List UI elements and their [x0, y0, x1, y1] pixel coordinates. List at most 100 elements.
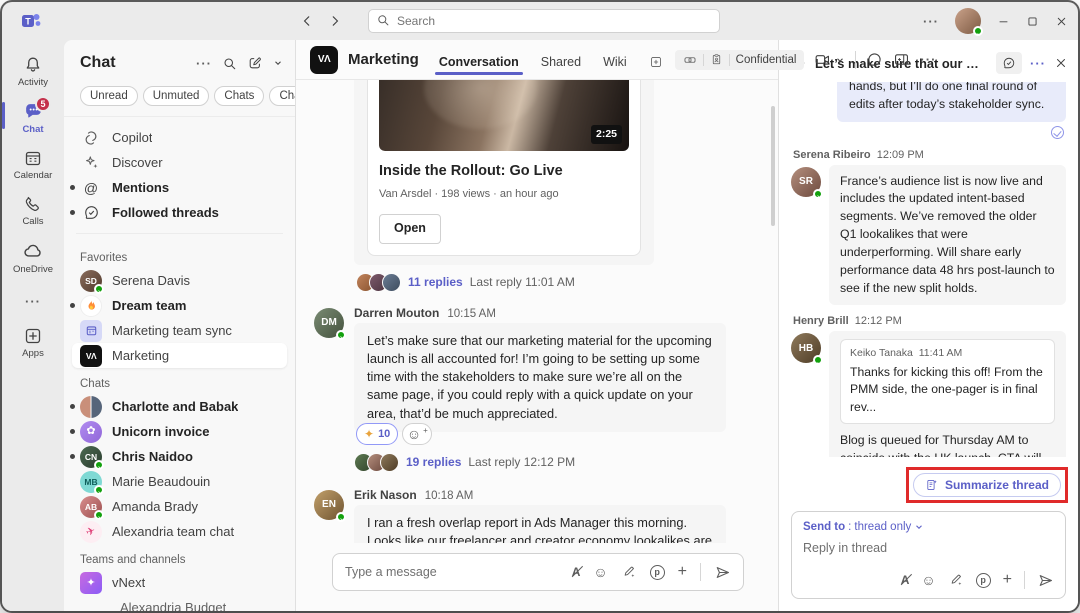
format-icon[interactable]: A — [572, 565, 581, 579]
global-search[interactable] — [368, 9, 720, 33]
titlebar-more-icon[interactable]: ··· — [923, 14, 939, 29]
maximize-button[interactable] — [1026, 15, 1039, 28]
add-reaction-button[interactable]: ☺+ — [402, 423, 432, 445]
sidebar-item-followed-threads[interactable]: Followed threads — [72, 200, 287, 225]
replies-link[interactable]: 19 replies — [406, 455, 461, 469]
loop-icon[interactable]: p — [650, 565, 665, 580]
emoji-icon[interactable]: ☺ — [921, 573, 935, 587]
sidebar-item-dream-team[interactable]: Dream team — [72, 293, 287, 318]
sidebar-item-unicorn-invoice[interactable]: ✿ Unicorn invoice — [72, 419, 287, 444]
video-thumbnail[interactable]: 2:25 — [379, 80, 629, 151]
open-pane-icon[interactable] — [893, 51, 910, 68]
user-avatar[interactable] — [955, 8, 981, 34]
sidebar-item-discover[interactable]: Discover — [72, 150, 287, 175]
section-favorites[interactable]: Favorites — [72, 242, 287, 268]
open-video-button[interactable]: Open — [379, 214, 441, 244]
unread-dot — [70, 210, 75, 215]
section-teams-and-channels[interactable]: Teams and channels — [72, 544, 287, 570]
scrollbar[interactable] — [771, 106, 775, 226]
last-reply-time: Last reply 11:01 AM — [470, 275, 575, 289]
message-time: 12:12 PM — [855, 315, 902, 327]
close-button[interactable] — [1055, 15, 1068, 28]
sidebar-item-charlotte-and-babak[interactable]: Charlotte and Babak — [72, 394, 287, 419]
replies-link[interactable]: 11 replies — [408, 275, 463, 289]
thread-bubble-icon[interactable] — [866, 51, 883, 68]
message-author[interactable]: Darren Mouton — [354, 306, 439, 320]
message-author[interactable]: Serena Ribeiro — [793, 149, 871, 161]
chat-list: Copilot Discover @ Mentions Followed thr… — [64, 117, 295, 611]
sidebar-item-marketing-team-sync[interactable]: Marketing team sync — [72, 318, 287, 343]
avatar[interactable]: HB — [791, 333, 821, 363]
rail-item-onedrive[interactable]: OneDrive — [2, 233, 64, 281]
new-chat-icon[interactable] — [247, 55, 263, 71]
avatar: CN — [80, 446, 102, 468]
add-tab-icon[interactable] — [647, 44, 665, 80]
send-to-selector[interactable]: Send to: thread only — [803, 521, 1054, 533]
attach-plus-icon[interactable]: + — [678, 564, 687, 580]
sidebar-item-serena-davis[interactable]: SD Serena Davis — [72, 268, 287, 293]
filter-unmuted[interactable]: Unmuted — [143, 86, 210, 106]
sidebar-item-marketing[interactable]: VΛ Marketing — [72, 343, 287, 368]
quoted-message[interactable]: Keiko Tanaka 11:41 AM Thanks for kicking… — [840, 339, 1055, 423]
attach-plus-icon[interactable]: + — [1003, 572, 1012, 588]
section-chats[interactable]: Chats — [72, 368, 287, 394]
rail-item-calls[interactable]: Calls — [2, 187, 64, 233]
thread-close-icon[interactable] — [1054, 56, 1068, 70]
send-icon[interactable] — [714, 564, 731, 581]
chat-search-icon[interactable] — [222, 56, 237, 71]
reaction-sparkle[interactable]: ✦10 — [356, 423, 398, 445]
sidebar-item-mentions[interactable]: @ Mentions — [72, 175, 287, 200]
meet-camera-icon[interactable] — [814, 51, 845, 68]
tab-conversation[interactable]: Conversation — [437, 44, 521, 80]
followed-thread-button[interactable] — [996, 52, 1022, 74]
copilot-pen-icon[interactable] — [621, 564, 637, 580]
sidebar-item-amanda-brady[interactable]: AB Amanda Brady — [72, 494, 287, 519]
compose-placeholder[interactable]: Type a message — [345, 565, 572, 579]
sidebar-item-copilot[interactable]: Copilot — [72, 125, 287, 150]
nav-back-icon[interactable] — [300, 14, 314, 28]
avatar[interactable]: SR — [791, 167, 821, 197]
sidebar-item-marie-beaudouin[interactable]: MB Marie Beaudouin — [72, 469, 287, 494]
message-author[interactable]: Erik Nason — [354, 488, 417, 502]
message-compose-box[interactable]: Type a message A ☺ p + — [332, 553, 744, 591]
chat-list-more-icon[interactable]: ··· — [196, 56, 212, 71]
sidebar-item-chris-naidoo[interactable]: CN Chris Naidoo — [72, 444, 287, 469]
filter-channels[interactable]: Channels — [269, 86, 296, 106]
rail-item-more[interactable]: ··· — [2, 287, 64, 315]
avatar[interactable]: EN — [314, 490, 344, 520]
emoji-icon[interactable]: ☺ — [593, 565, 607, 579]
rail-item-apps[interactable]: Apps — [2, 319, 64, 365]
filter-chats[interactable]: Chats — [214, 86, 264, 106]
tab-shared[interactable]: Shared — [539, 44, 583, 80]
mention-icon: @ — [80, 177, 102, 199]
new-chat-chevron-icon[interactable] — [273, 58, 283, 68]
nav-forward-icon[interactable] — [328, 14, 342, 28]
message-author[interactable]: Henry Brill — [793, 315, 849, 327]
message-list[interactable]: 2:25 Inside the Rollout: Go Live Van Ars… — [296, 80, 778, 543]
tab-wiki[interactable]: Wiki — [601, 44, 629, 80]
thread-more-icon[interactable]: ··· — [1030, 56, 1046, 71]
sensitivity-pill[interactable]: Confidential — [675, 50, 805, 70]
copilot-pen-icon[interactable] — [948, 572, 964, 588]
filter-unread[interactable]: Unread — [80, 86, 138, 106]
rail-item-activity[interactable]: Activity — [2, 48, 64, 94]
thread-message-list[interactable]: hands, but I’ll do one final round of ed… — [779, 82, 1078, 457]
summarize-thread-button[interactable]: Summarize thread — [913, 473, 1061, 497]
loop-icon[interactable]: p — [976, 573, 991, 588]
sidebar-item-vnext[interactable]: ✦ vNext — [72, 570, 287, 595]
format-icon[interactable]: A — [901, 573, 910, 587]
search-input[interactable] — [368, 9, 720, 33]
send-icon[interactable] — [1037, 572, 1054, 589]
rail-item-chat[interactable]: 5 Chat — [2, 94, 64, 141]
avatar[interactable]: DM — [314, 308, 344, 338]
video-title[interactable]: Inside the Rollout: Go Live — [379, 161, 629, 182]
channel-more-icon[interactable]: ··· — [920, 52, 936, 67]
unread-dot — [70, 303, 75, 308]
video-card[interactable]: 2:25 Inside the Rollout: Go Live Van Ars… — [367, 80, 641, 256]
sidebar-item-alexandria-team-chat[interactable]: ✈ Alexandria team chat — [72, 519, 287, 544]
reply-placeholder[interactable]: Reply in thread — [803, 541, 1054, 555]
sidebar-item-alexandria-budget[interactable]: Alexandria Budget — [72, 595, 287, 611]
rail-item-calendar[interactable]: Calendar — [2, 141, 64, 187]
minimize-button[interactable] — [997, 15, 1010, 28]
thread-compose-box[interactable]: Send to: thread only Reply in thread A ☺… — [791, 511, 1066, 599]
